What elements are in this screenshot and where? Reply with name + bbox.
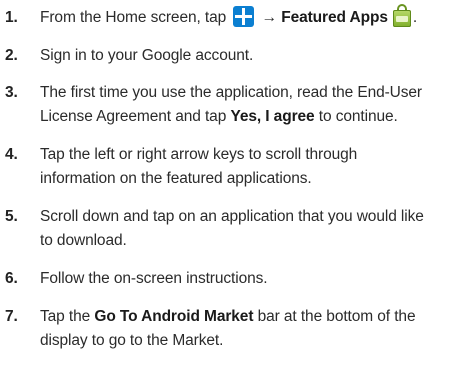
step-text: Tap the Go To Android Market bar at the … xyxy=(40,305,465,353)
step-text: From the Home screen, tap → Featured App… xyxy=(40,4,465,30)
step-number: 6. xyxy=(5,270,18,287)
go-to-android-market-label: Go To Android Market xyxy=(94,308,254,325)
step-text: The first time you use the application, … xyxy=(40,81,465,129)
yes-i-agree-label: Yes, I agree xyxy=(230,108,315,125)
step-text-line: information on the featured applications… xyxy=(40,170,312,187)
step-text-part: From the Home screen, tap xyxy=(40,9,231,27)
step-text-part: License Agreement and tap xyxy=(40,108,231,125)
step-text-part: bar at the bottom of the xyxy=(253,308,416,325)
featured-apps-label: Featured Apps xyxy=(281,9,388,27)
step-number: 1. xyxy=(5,9,18,26)
step-number: 3. xyxy=(5,84,18,101)
step-text-line: Tap the left or right arrow keys to scro… xyxy=(40,146,358,163)
step-text-part: Tap the xyxy=(40,308,95,325)
instruction-list: 1. From the Home screen, tap → Featured … xyxy=(0,0,467,371)
step-text: Follow the on-screen instructions. xyxy=(40,270,268,287)
step-number: 7. xyxy=(5,308,18,325)
step-text-part: to continue. xyxy=(314,108,398,125)
step-text-part: . xyxy=(412,9,418,27)
step-text-line: Scroll down and tap on an application th… xyxy=(40,208,424,225)
step-text-line: display to go to the Market. xyxy=(40,332,224,349)
shopping-bag-icon xyxy=(391,4,413,28)
step-number: 4. xyxy=(5,146,18,163)
step-text: Sign in to your Google account. xyxy=(40,47,254,64)
step-text: Scroll down and tap on an application th… xyxy=(40,205,465,253)
apps-grid-icon xyxy=(233,5,255,27)
step-text-line: The first time you use the application, … xyxy=(40,84,422,101)
step-number: 5. xyxy=(5,208,18,225)
step-text: Tap the left or right arrow keys to scro… xyxy=(40,143,465,191)
step-text-line: to download. xyxy=(40,232,127,249)
arrow-text: → xyxy=(257,9,282,27)
step-number: 2. xyxy=(5,47,18,64)
